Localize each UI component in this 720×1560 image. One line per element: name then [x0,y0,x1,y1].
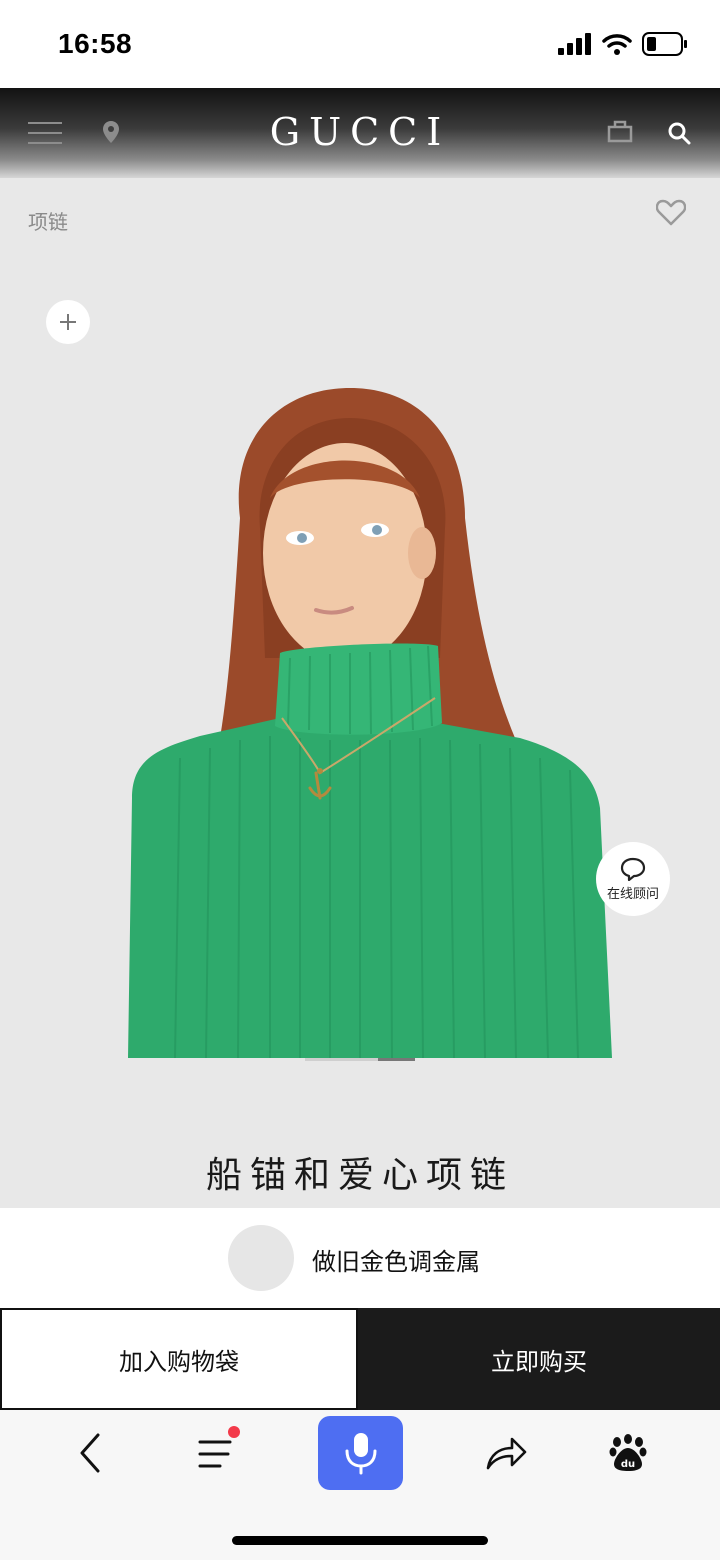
wishlist-button[interactable] [655,198,687,230]
shopping-bag-button[interactable] [606,118,634,144]
tabs-menu-button[interactable] [192,1434,240,1474]
home-indicator[interactable] [232,1536,488,1545]
bag-icon [607,120,633,143]
status-bar: 16:58 [0,0,720,88]
site-header: GUCCI [0,88,720,178]
online-advisor-button[interactable]: 在线顾问 [596,842,670,916]
product-title: 船锚和爱心项链 [205,1155,514,1196]
heart-icon [655,199,687,226]
search-button[interactable] [666,120,692,146]
notification-dot [228,1426,240,1438]
purchase-actions: 加入购物袋 立即购买 [0,1308,720,1410]
status-icons [558,32,688,56]
share-button[interactable] [482,1432,530,1474]
zoom-button[interactable] [46,300,90,344]
voice-search-button[interactable] [318,1416,403,1490]
product-image[interactable] [120,378,620,1058]
breadcrumb-category[interactable]: 项链 [28,206,68,235]
add-to-bag-button[interactable]: 加入购物袋 [0,1308,358,1410]
baidu-button[interactable]: du [606,1430,650,1476]
material-label: 做旧金色调金属 [312,1248,480,1276]
baidu-paw-icon: du [609,1434,647,1471]
carousel-progress-indicator [378,1058,415,1061]
buy-now-button[interactable]: 立即购买 [358,1308,720,1410]
microphone-icon [345,1433,376,1475]
material-selector[interactable]: 做旧金色调金属 [0,1208,720,1308]
back-button[interactable] [70,1430,110,1476]
tabs-menu-icon [198,1440,232,1468]
share-icon [486,1437,527,1470]
wifi-icon [602,34,632,55]
battery-icon [642,32,687,56]
product-gallery: 项链 在线顾问 船锚和爱心项链 [0,178,720,1208]
status-time: 16:58 [58,28,133,59]
plus-icon [60,314,76,330]
svg-text:du: du [621,1459,635,1470]
chat-icon [620,857,646,881]
advisor-label: 在线顾问 [606,886,659,902]
browser-toolbar: du [0,1410,720,1560]
back-icon [80,1433,100,1473]
search-icon [668,122,691,145]
material-swatch[interactable] [228,1225,294,1291]
signal-icon [558,33,591,55]
